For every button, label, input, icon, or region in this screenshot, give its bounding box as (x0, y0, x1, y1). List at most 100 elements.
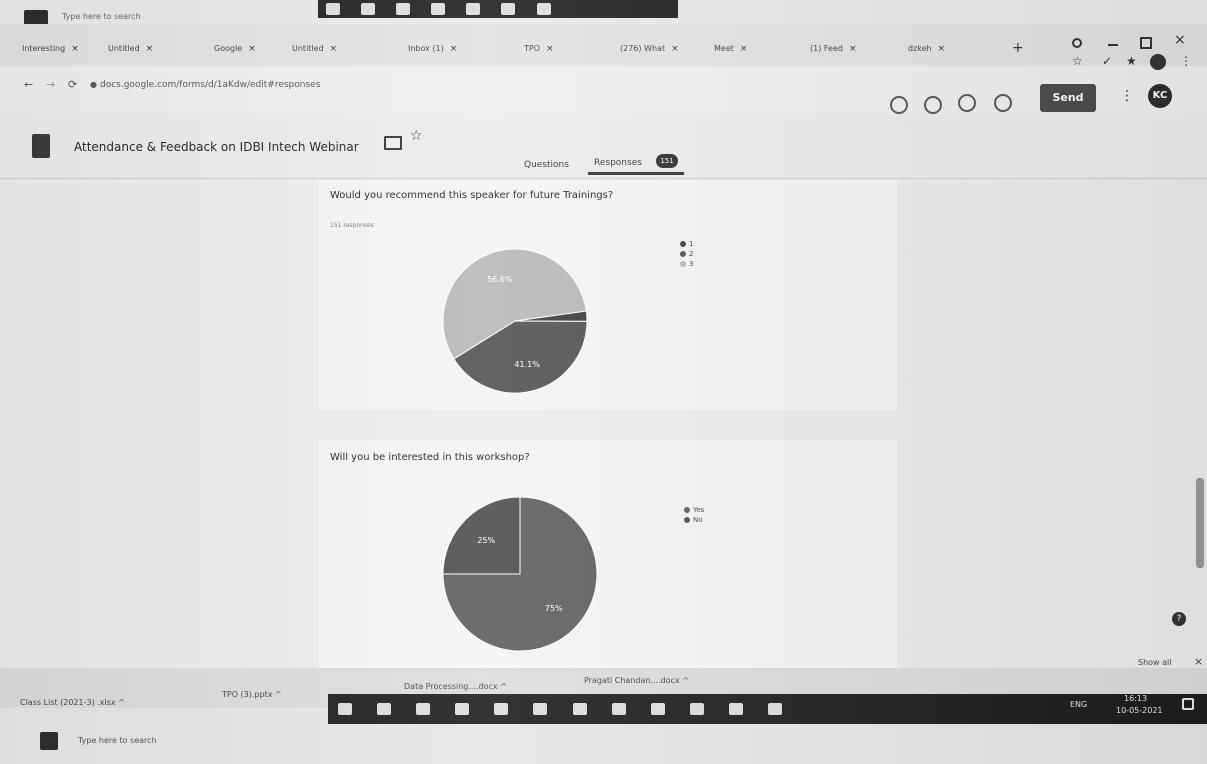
chevron-up-icon[interactable]: ^ (118, 698, 125, 707)
maximize-icon[interactable] (1140, 37, 1152, 49)
more-options-icon[interactable]: ⋮ (1120, 88, 1134, 104)
close-icon[interactable]: × (671, 44, 679, 54)
windows-start-icon[interactable] (40, 732, 58, 750)
notifications-icon[interactable] (1182, 698, 1194, 710)
folder-icon[interactable] (384, 136, 402, 150)
tab-1[interactable]: Interesting × (22, 44, 98, 64)
question-2-pie-chart: 75% 25% (442, 496, 598, 652)
close-icon[interactable]: × (450, 44, 458, 54)
edge-icon[interactable] (431, 3, 446, 15)
cortana-icon[interactable] (326, 3, 340, 15)
tab-responses[interactable]: Responses (594, 158, 642, 168)
question-2-legend: Yes No (684, 506, 704, 526)
tray-language[interactable]: ENG (1070, 700, 1087, 709)
pie-data-label: 56.6% (487, 275, 513, 284)
profile-small-icon[interactable] (1150, 54, 1166, 70)
tab-2[interactable]: Untitled × (108, 44, 204, 64)
close-icon[interactable]: × (248, 44, 256, 54)
dropbox-icon[interactable] (533, 703, 548, 715)
download-item-2[interactable]: TPO (3).pptx ^ (222, 690, 282, 699)
form-title[interactable]: Attendance & Feedback on IDBI Intech Web… (74, 140, 359, 154)
close-icon[interactable]: × (740, 44, 748, 54)
tab-3[interactable]: Google × (214, 44, 284, 64)
star-icon[interactable]: ☆ (1072, 54, 1083, 68)
tray-time[interactable]: 16:13 (1124, 694, 1147, 703)
tab-8[interactable]: Meet × (714, 44, 804, 64)
close-icon[interactable]: × (146, 44, 154, 54)
preview-eye-icon[interactable] (958, 94, 976, 112)
question-1-legend: 1 2 3 (680, 240, 693, 270)
check-extension-icon[interactable]: ✓ (1102, 54, 1112, 68)
minimize-icon[interactable] (1108, 44, 1118, 46)
pie-data-label: 25% (477, 536, 495, 545)
star-form-icon[interactable]: ☆ (410, 128, 423, 144)
palette-icon[interactable] (924, 96, 942, 114)
close-downloads-icon[interactable]: × (1194, 655, 1203, 668)
close-icon[interactable]: × (546, 44, 554, 54)
chrome-menu-icon[interactable]: ⋮ (1180, 54, 1192, 68)
edge-icon[interactable] (455, 703, 470, 715)
dropbox-icon[interactable] (501, 3, 516, 15)
active-tab-indicator (588, 172, 684, 175)
legend-item: Yes (684, 506, 704, 514)
close-icon[interactable]: × (849, 44, 857, 54)
question-1-title: Would you recommend this speaker for fut… (330, 190, 614, 201)
url-field[interactable]: docs.google.com/forms/d/1aKdw/edit#respo… (100, 80, 320, 90)
tab-6[interactable]: TPO × (524, 44, 614, 64)
download-label: Pragati Chandan....docx (584, 676, 680, 685)
send-button[interactable]: Send (1040, 84, 1096, 112)
tab-4[interactable]: Untitled × (292, 44, 402, 64)
app-icon[interactable] (728, 703, 743, 715)
file-explorer-icon[interactable] (416, 703, 431, 715)
legend-swatch (680, 261, 686, 267)
chrome-icon[interactable] (689, 703, 704, 715)
cortana-icon[interactable] (338, 703, 352, 715)
download-item-3[interactable]: Data Processing....docx ^ (404, 682, 507, 691)
legend-item: 1 (680, 240, 693, 248)
page-scrollbar[interactable] (1196, 478, 1204, 568)
app-icon[interactable] (768, 703, 783, 715)
back-arrow-icon[interactable]: ← (24, 78, 33, 91)
tab-questions[interactable]: Questions (524, 160, 569, 170)
settings-gear-icon[interactable] (994, 94, 1012, 112)
download-item-1[interactable]: Class List (2021-3) .xlsx ^ (20, 698, 125, 707)
account-avatar[interactable]: KC (1148, 84, 1172, 108)
question-2-title: Will you be interested in this workshop? (330, 452, 530, 463)
profile-indicator-icon[interactable] (1072, 38, 1082, 48)
forms-logo-icon[interactable] (32, 134, 50, 158)
file-explorer-icon[interactable] (396, 3, 411, 15)
new-tab-button[interactable]: + (1012, 40, 1024, 56)
legend-label: 2 (689, 250, 694, 258)
close-icon[interactable]: × (71, 44, 79, 54)
pie-data-label: 41.1% (514, 360, 540, 369)
download-item-4[interactable]: Pragati Chandan....docx ^ (584, 676, 689, 685)
tab-7[interactable]: (276) What × (620, 44, 708, 64)
legend-swatch (684, 507, 690, 513)
chevron-up-icon[interactable]: ^ (275, 690, 282, 699)
close-icon[interactable]: × (330, 44, 338, 54)
top-search-placeholder[interactable]: Type here to search (62, 12, 141, 21)
customize-theme-icon[interactable] (890, 96, 908, 114)
help-icon[interactable]: ? (1172, 612, 1186, 626)
app-icon[interactable] (611, 703, 626, 715)
extension-star-icon[interactable]: ★ (1126, 54, 1137, 68)
tab-9[interactable]: (1) Feed × (810, 44, 902, 64)
mail-icon[interactable] (650, 703, 665, 715)
app-icon[interactable] (572, 703, 587, 715)
app-icon[interactable] (536, 3, 551, 15)
chevron-up-icon[interactable]: ^ (682, 676, 689, 685)
task-view-icon[interactable] (377, 703, 392, 715)
forward-arrow-icon[interactable]: → (46, 78, 55, 91)
task-view-icon[interactable] (361, 3, 376, 15)
reload-icon[interactable]: ⟳ (68, 78, 77, 91)
show-all-button[interactable]: Show all (1138, 658, 1171, 667)
tab-5[interactable]: Inbox (1) × (408, 44, 518, 64)
taskbar-search-field[interactable]: Type here to search (78, 736, 157, 745)
window-close-icon[interactable]: × (1174, 32, 1186, 48)
chevron-up-icon[interactable]: ^ (500, 682, 507, 691)
close-icon[interactable]: × (938, 44, 946, 54)
store-icon[interactable] (466, 3, 481, 15)
store-icon[interactable] (494, 703, 509, 715)
tray-date[interactable]: 10-05-2021 (1116, 706, 1163, 715)
tab-10[interactable]: dzkeh × (908, 44, 1000, 64)
